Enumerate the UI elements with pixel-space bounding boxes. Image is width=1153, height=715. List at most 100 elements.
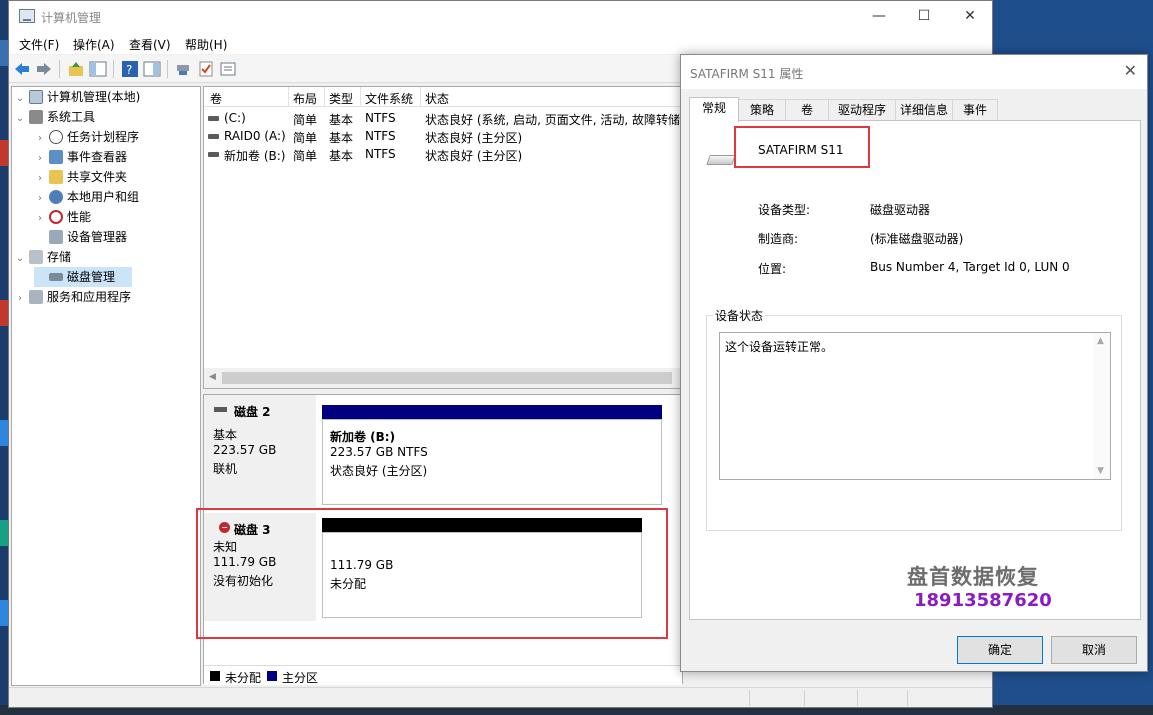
volume-list-header: 卷 布局 类型 文件系统 状态 <box>204 87 682 107</box>
location-value: Bus Number 4, Target Id 0, LUN 0 <box>870 260 1070 274</box>
chevron-right-icon[interactable]: › <box>14 289 26 309</box>
computer-management-icon <box>19 9 35 23</box>
tree-item-disk-management[interactable]: 磁盘管理 <box>34 267 132 287</box>
hard-drive-icon <box>706 155 736 165</box>
tree-item-device-manager[interactable]: 设备管理器 <box>34 227 127 247</box>
scroll-up-icon[interactable]: ▲ <box>1097 336 1104 346</box>
chevron-down-icon[interactable]: ⌄ <box>14 249 26 269</box>
maximize-button[interactable]: ☐ <box>901 1 947 32</box>
device-type-label: 设备类型: <box>758 203 811 217</box>
tree-item-system-tools[interactable]: ⌄ 系统工具 <box>14 107 95 127</box>
disk-icon <box>49 273 63 281</box>
back-arrow-icon[interactable] <box>13 60 31 78</box>
device-status-textbox[interactable]: 这个设备运转正常。 ▲ ▼ <box>719 332 1111 480</box>
navigation-tree: ⌄ 计算机管理(本地) ⌄ 系统工具 › 任务计划程序 › 事件查看器 › 共享文件夹 ›… <box>11 86 201 686</box>
tree-item-performance[interactable]: › 性能 <box>34 207 91 227</box>
disk-size: 223.57 GB <box>213 443 277 457</box>
volume-icon <box>208 116 219 121</box>
table-row[interactable]: 新加卷 (B:) 简单 基本 NTFS 状态良好 (主分区) <box>204 145 682 163</box>
tree-label: 磁盘管理 <box>67 270 116 284</box>
legend: 未分配 主分区 <box>204 665 682 685</box>
col-header-type[interactable]: 类型 <box>329 90 353 107</box>
tab-details[interactable]: 详细信息 <box>895 99 953 121</box>
menu-view[interactable]: 查看(V) <box>129 36 171 53</box>
scrollbar-thumb[interactable] <box>222 372 672 384</box>
export-list-icon[interactable] <box>219 60 237 78</box>
chevron-right-icon[interactable]: › <box>34 189 46 209</box>
tree-item-storage[interactable]: ⌄ 存储 <box>14 247 71 267</box>
tree-item-task-scheduler[interactable]: › 任务计划程序 <box>34 127 139 147</box>
cell-filesystem: NTFS <box>365 111 396 125</box>
window-title: 计算机管理 <box>41 11 102 25</box>
cell-type: 基本 <box>329 131 354 145</box>
col-header-layout[interactable]: 布局 <box>293 90 317 107</box>
menu-help[interactable]: 帮助(H) <box>185 36 227 53</box>
col-header-volume[interactable]: 卷 <box>210 90 222 107</box>
col-header-filesystem[interactable]: 文件系统 <box>365 90 413 107</box>
cell-layout: 简单 <box>293 149 318 163</box>
show-hide-tree-icon[interactable] <box>89 60 107 78</box>
chevron-right-icon[interactable]: › <box>34 129 46 149</box>
menu-file[interactable]: 文件(F) <box>19 36 59 53</box>
general-tab-panel: SATAFIRM S11 设备类型: 磁盘驱动器 制造商: (标准磁盘驱动器) … <box>689 120 1141 620</box>
forward-arrow-icon[interactable] <box>35 60 53 78</box>
horizontal-scrollbar[interactable]: ◀ <box>204 368 682 388</box>
tab-policies[interactable]: 策略 <box>738 99 786 121</box>
partition-b[interactable]: 新加卷 (B:) 223.57 GB NTFS 状态良好 (主分区) <box>322 419 662 505</box>
partition-status: 状态良好 (主分区) <box>330 464 428 478</box>
toolbar-separator <box>113 60 114 78</box>
tree-item-services-apps[interactable]: › 服务和应用程序 <box>14 287 131 307</box>
clock-icon <box>49 130 63 144</box>
tree-item-local-users[interactable]: › 本地用户和组 <box>34 187 139 207</box>
device-type-value: 磁盘驱动器 <box>870 203 931 217</box>
device-status-label: 设备状态 <box>713 307 766 324</box>
ok-button[interactable]: 确定 <box>957 636 1043 664</box>
tab-driver[interactable]: 驱动程序 <box>828 99 896 121</box>
checklist-icon[interactable] <box>197 60 215 78</box>
watermark-phone: 18913587620 <box>914 590 1052 611</box>
dialog-title: SATAFIRM S11 属性 <box>690 67 804 81</box>
watermark-name: 盘首数据恢复 <box>907 565 1039 589</box>
tree-label: 性能 <box>67 210 92 224</box>
chevron-right-icon[interactable]: › <box>34 209 46 229</box>
storage-icon <box>29 250 43 264</box>
title-bar: 计算机管理 — ☐ ✕ <box>9 1 992 32</box>
cancel-button[interactable]: 取消 <box>1051 636 1137 664</box>
chevron-right-icon[interactable]: › <box>34 149 46 169</box>
minimize-button[interactable]: — <box>856 1 902 32</box>
tree-item-event-viewer[interactable]: › 事件查看器 <box>34 147 127 167</box>
table-row[interactable]: (C:) 简单 基本 NTFS 状态良好 (系统, 启动, 页面文件, 活动, … <box>204 109 682 127</box>
help-icon[interactable]: ? <box>121 60 139 78</box>
toolbar-separator <box>59 60 60 78</box>
up-folder-icon[interactable] <box>67 60 85 78</box>
menu-action[interactable]: 操作(A) <box>73 36 115 53</box>
close-button[interactable]: ✕ <box>947 1 993 32</box>
tab-general[interactable]: 常规 <box>689 97 739 122</box>
tree-item-shared-folders[interactable]: › 共享文件夹 <box>34 167 127 187</box>
tab-events[interactable]: 事件 <box>952 99 998 121</box>
disk-2-label[interactable]: 磁盘 2 基本 223.57 GB 联机 <box>204 395 316 507</box>
dialog-close-button[interactable]: ✕ <box>1124 61 1137 80</box>
vertical-scrollbar[interactable]: ▲ ▼ <box>1093 333 1110 479</box>
tree-label: 共享文件夹 <box>67 170 128 184</box>
computer-icon <box>29 90 43 104</box>
tab-volumes[interactable]: 卷 <box>785 99 829 121</box>
chevron-down-icon[interactable]: ⌄ <box>14 89 26 109</box>
tools-icon <box>29 110 43 124</box>
device-status-text: 这个设备运转正常。 <box>725 340 834 354</box>
connect-icon[interactable] <box>175 60 193 78</box>
col-header-status[interactable]: 状态 <box>425 90 449 107</box>
disk-3-highlight <box>196 508 668 639</box>
dialog-title-bar: SATAFIRM S11 属性 ✕ <box>681 55 1147 89</box>
tree-label: 存储 <box>47 250 72 264</box>
scroll-down-icon[interactable]: ▼ <box>1097 466 1104 476</box>
properties-pane-icon[interactable] <box>143 60 161 78</box>
tree-label: 本地用户和组 <box>67 190 140 204</box>
legend-label-unallocated: 未分配 <box>225 671 262 685</box>
table-row[interactable]: RAID0 (A:) 简单 基本 NTFS 状态良好 (主分区) <box>204 127 682 145</box>
chevron-down-icon[interactable]: ⌄ <box>14 109 26 129</box>
disk-icon <box>214 407 227 412</box>
tree-item-computer-management[interactable]: ⌄ 计算机管理(本地) <box>14 87 140 107</box>
scroll-left-icon[interactable]: ◀ <box>209 372 216 382</box>
chevron-right-icon[interactable]: › <box>34 169 46 189</box>
